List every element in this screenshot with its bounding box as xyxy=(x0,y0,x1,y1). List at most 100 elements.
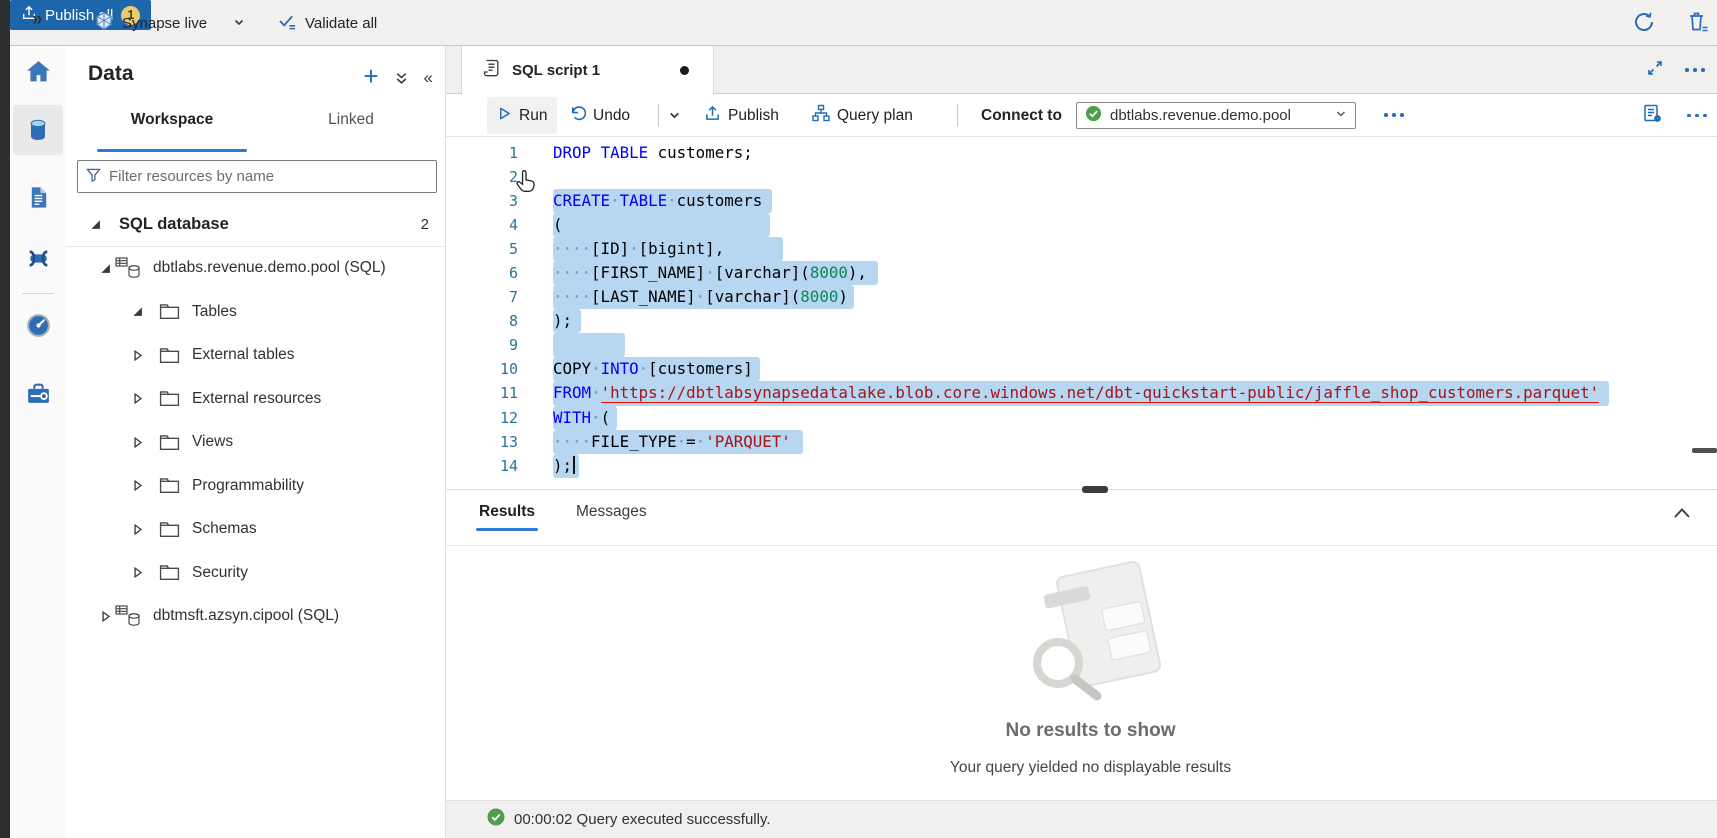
refresh-icon[interactable] xyxy=(1632,10,1658,36)
tree-item-sql-database[interactable]: SQL database2 xyxy=(66,203,445,247)
tree-item-tables[interactable]: Tables xyxy=(66,290,445,334)
collapse-panel-icon[interactable]: « xyxy=(424,68,433,88)
tab-workspace[interactable]: Workspace xyxy=(97,108,247,129)
folder-icon xyxy=(159,477,180,494)
tree-item-views[interactable]: Views xyxy=(66,421,445,465)
synapse-logo-icon xyxy=(94,11,114,35)
query-plan-label: Query plan xyxy=(837,107,913,125)
home-icon xyxy=(25,58,52,85)
code-line[interactable]: 10COPY·INTO·[customers] xyxy=(446,357,1717,381)
expanded-triangle-icon[interactable] xyxy=(132,306,143,317)
pipeline-icon xyxy=(25,245,52,272)
data-panel-tabs: Workspace Linked xyxy=(66,108,445,142)
code-line[interactable]: 6····[FIRST_NAME]·[varchar](8000), xyxy=(446,261,1717,285)
code-line[interactable]: 12 WITH·( xyxy=(446,406,1717,430)
line-number: 12 xyxy=(446,406,518,430)
workspace-mode-selector[interactable]: Synapse live xyxy=(94,10,245,36)
sidebar-item-develop[interactable] xyxy=(13,172,63,222)
collapse-results-chevron-icon[interactable] xyxy=(1673,506,1691,525)
code-line[interactable]: 11FROM·'https://dbtlabsynapsedatalake.bl… xyxy=(446,381,1717,405)
connect-to-pool-dropdown[interactable]: dbtlabs.revenue.demo.pool xyxy=(1076,102,1356,129)
code-line[interactable]: 2 xyxy=(446,165,1717,189)
code-text: ····[FIRST_NAME]·[varchar](8000), xyxy=(553,261,878,285)
filter-funnel-icon xyxy=(86,167,101,187)
tab-messages[interactable]: Messages xyxy=(576,503,647,521)
expand-editor-icon[interactable] xyxy=(1647,60,1663,81)
validate-all-button[interactable]: Validate all xyxy=(278,10,377,36)
sidebar-item-data[interactable] xyxy=(13,105,63,155)
sidebar-item-home[interactable] xyxy=(13,46,63,96)
publish-button[interactable]: Publish xyxy=(704,94,779,137)
status-bar: 00:00:02 Query executed successfully. xyxy=(446,800,1717,838)
tree-item-security[interactable]: Security xyxy=(66,551,445,595)
command-bar: Run Undo Publish xyxy=(446,94,1717,137)
expanded-triangle-icon[interactable] xyxy=(90,219,101,230)
tree-item-external-tables[interactable]: External tables xyxy=(66,334,445,378)
editor-more-actions-icon[interactable] xyxy=(1687,114,1707,118)
tree-item-programmability[interactable]: Programmability xyxy=(66,464,445,508)
tree-item-label: External tables xyxy=(192,346,295,364)
database-icon xyxy=(115,605,142,627)
code-line[interactable]: 5····[ID]·[bigint], xyxy=(446,237,1717,261)
tree-item-label: Views xyxy=(192,433,233,451)
filter-resources-input[interactable] xyxy=(109,168,428,185)
connect-more-actions-icon[interactable] xyxy=(1384,113,1404,117)
collapsed-triangle-icon[interactable] xyxy=(132,480,143,491)
code-line[interactable]: 1DROP TABLE customers; xyxy=(446,141,1717,165)
expand-menu-icon[interactable]: » xyxy=(32,9,42,31)
code-line[interactable]: 14); xyxy=(446,454,1717,478)
tree-item-schemas[interactable]: Schemas xyxy=(66,508,445,552)
tab-more-actions-icon[interactable] xyxy=(1685,68,1705,72)
collapsed-triangle-icon[interactable] xyxy=(132,437,143,448)
collapsed-triangle-icon[interactable] xyxy=(132,524,143,535)
undo-label: Undo xyxy=(593,107,630,125)
line-number: 11 xyxy=(446,381,518,405)
status-message: 00:00:02 Query executed successfully. xyxy=(514,811,771,828)
expand-all-icon[interactable] xyxy=(394,71,409,86)
sidebar-item-manage[interactable] xyxy=(13,368,63,418)
tree-item-dbtlabs-revenue-demo-pool-sql[interactable]: dbtlabs.revenue.demo.pool (SQL) xyxy=(66,247,445,291)
tab-title: SQL script 1 xyxy=(512,62,668,79)
tab-results[interactable]: Results xyxy=(479,503,535,521)
run-button[interactable]: Run xyxy=(487,97,557,134)
line-number: 8 xyxy=(446,309,518,333)
collapsed-triangle-icon[interactable] xyxy=(132,350,143,361)
code-text: WITH·( xyxy=(553,406,617,430)
toolbar-divider xyxy=(658,104,659,127)
tree-item-external-resources[interactable]: External resources xyxy=(66,377,445,421)
code-lines: 1DROP TABLE customers;23 CREATE·TABLE·cus… xyxy=(446,141,1717,478)
collapsed-triangle-icon[interactable] xyxy=(100,611,111,622)
validate-all-label: Validate all xyxy=(305,15,377,32)
sidebar-item-integrate[interactable] xyxy=(13,233,63,283)
line-number: 14 xyxy=(446,454,518,478)
tab-linked[interactable]: Linked xyxy=(309,108,393,129)
collapsed-triangle-icon[interactable] xyxy=(132,393,143,404)
run-options-chevron-icon[interactable] xyxy=(668,94,681,137)
code-line[interactable]: 7····[LAST_NAME]·[varchar](8000) xyxy=(446,285,1717,309)
code-line[interactable]: 8); xyxy=(446,309,1717,333)
sidebar-item-monitor[interactable] xyxy=(13,300,63,350)
code-line[interactable]: 13····FILE_TYPE·=·'PARQUET' xyxy=(446,430,1717,454)
collapsed-triangle-icon[interactable] xyxy=(132,567,143,578)
data-explorer-panel: Data + « Workspace Linked SQL database2d… xyxy=(66,46,446,838)
synapse-studio-window: » Synapse live Validate all Publish all … xyxy=(0,0,1717,838)
line-number: 3 xyxy=(446,189,518,213)
code-line[interactable]: 3 CREATE·TABLE·customers xyxy=(446,189,1717,213)
expanded-triangle-icon[interactable] xyxy=(100,263,111,274)
splitter-drag-handle[interactable] xyxy=(1082,486,1108,493)
connect-to-label: Connect to xyxy=(981,94,1062,137)
code-line[interactable]: 9​ xyxy=(446,333,1717,357)
properties-icon[interactable] xyxy=(1642,103,1663,129)
resource-tree: SQL database2dbtlabs.revenue.demo.pool (… xyxy=(66,203,445,638)
editor-scrollbar[interactable] xyxy=(1692,448,1717,453)
run-label: Run xyxy=(519,107,547,125)
discard-trash-icon[interactable] xyxy=(1686,10,1712,36)
undo-button[interactable]: Undo xyxy=(569,94,630,137)
query-plan-button[interactable]: Query plan xyxy=(812,94,913,137)
sql-code-editor[interactable]: 1DROP TABLE customers;23 CREATE·TABLE·cus… xyxy=(446,137,1717,489)
code-line[interactable]: 4( xyxy=(446,213,1717,237)
add-resource-button[interactable]: + xyxy=(363,66,378,86)
tab-sql-script-1[interactable]: SQL script 1 xyxy=(461,46,714,95)
code-text: CREATE·TABLE·customers xyxy=(553,189,772,213)
tree-item-dbtmsft-azsyn-cipool-sql[interactable]: dbtmsft.azsyn.cipool (SQL) xyxy=(66,595,445,639)
